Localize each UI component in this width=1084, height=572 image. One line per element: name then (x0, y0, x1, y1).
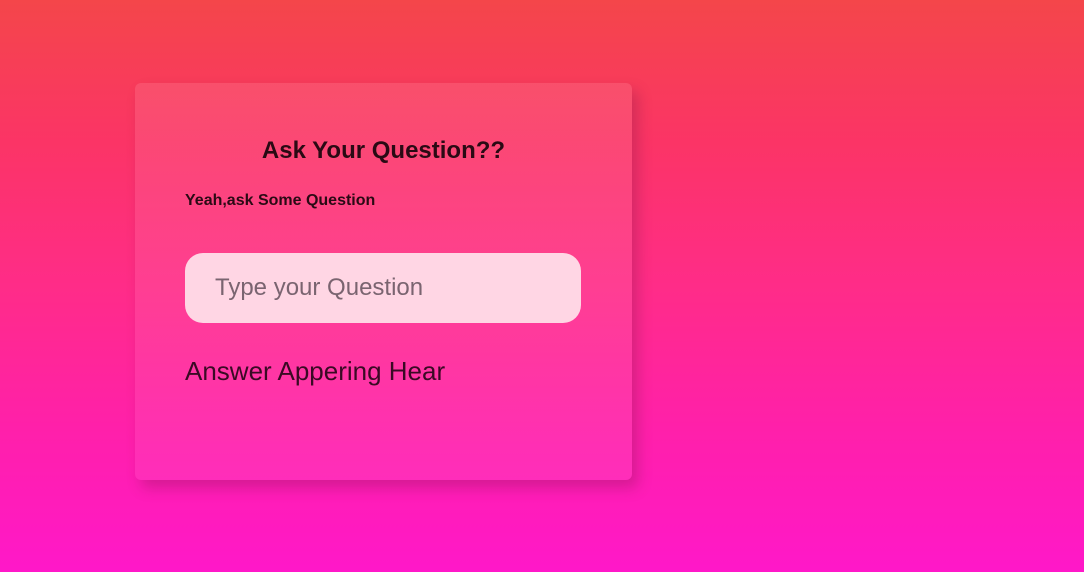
question-card: Ask Your Question?? Yeah,ask Some Questi… (135, 83, 632, 480)
card-title: Ask Your Question?? (261, 137, 506, 164)
answer-text: Answer Appering Hear (185, 356, 446, 386)
card-subtitle: Yeah,ask Some Question (185, 192, 376, 209)
question-input[interactable] (185, 253, 581, 323)
